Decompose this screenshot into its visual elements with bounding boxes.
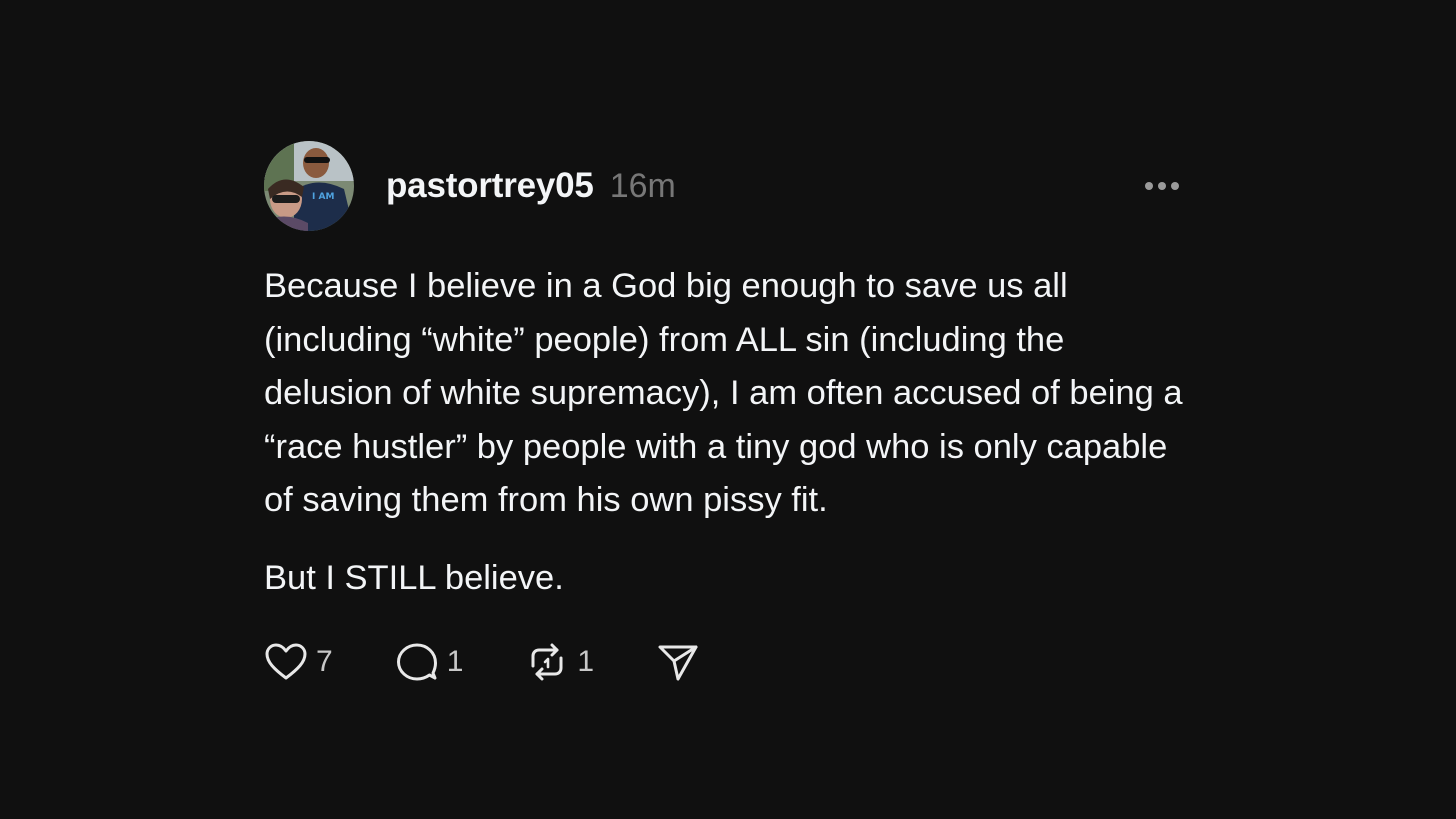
- paper-plane-icon: [658, 645, 698, 681]
- speech-bubble-icon: [396, 643, 437, 681]
- ellipsis-icon: [1145, 182, 1179, 190]
- post-card: I AM pastortrey05 16m Because I believe …: [264, 140, 1194, 684]
- post-body: Because I believe in a God big enough to…: [264, 260, 1194, 605]
- post-timestamp: 16m: [609, 166, 676, 205]
- like-count: 7: [316, 645, 333, 678]
- reply-count: 1: [446, 645, 464, 678]
- author-username[interactable]: pastortrey05: [386, 166, 594, 206]
- avatar[interactable]: I AM: [264, 141, 354, 231]
- like-button[interactable]: 7: [264, 642, 333, 682]
- post-paragraph: But I STILL believe.: [264, 558, 564, 597]
- more-options-button[interactable]: [1140, 170, 1184, 202]
- svg-text:I AM: I AM: [312, 192, 334, 202]
- reply-button[interactable]: 1: [395, 642, 464, 682]
- post-header: I AM pastortrey05 16m: [264, 140, 1194, 232]
- share-button[interactable]: [656, 642, 700, 682]
- heart-icon: [265, 643, 307, 680]
- repost-button[interactable]: 1: [525, 642, 594, 682]
- post-actions: 7 1 1: [264, 640, 1194, 684]
- repost-count: 1: [577, 645, 595, 678]
- post-paragraph: Because I believe in a God big enough to…: [264, 267, 1183, 519]
- repost-icon: [531, 643, 563, 681]
